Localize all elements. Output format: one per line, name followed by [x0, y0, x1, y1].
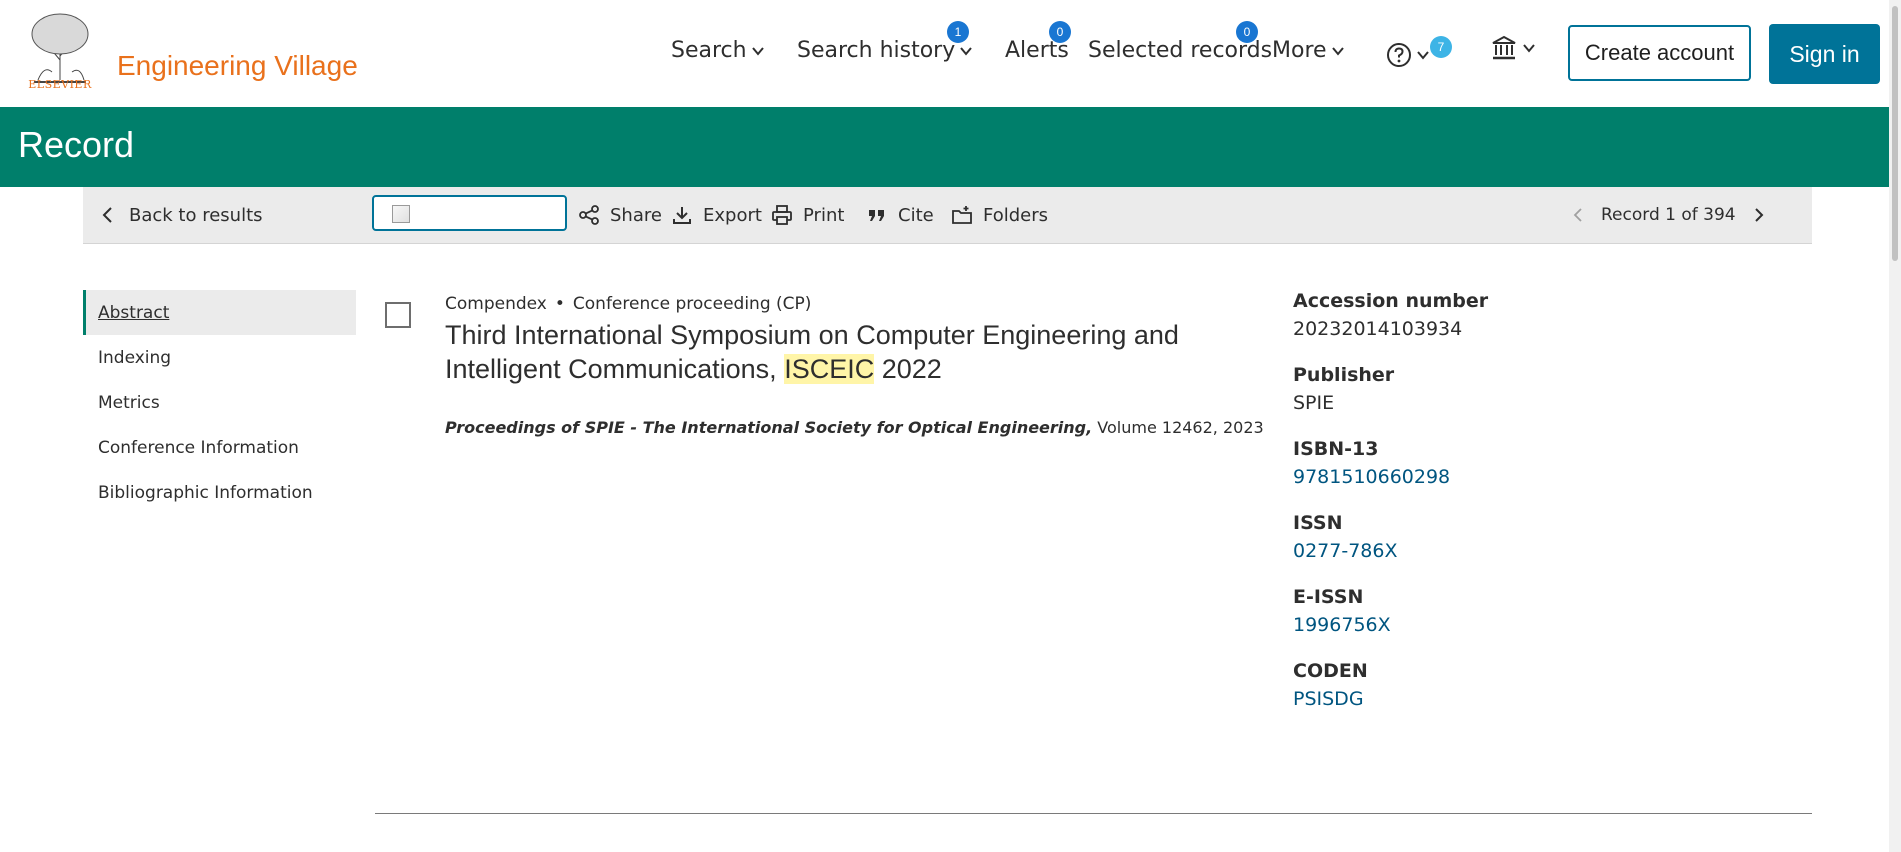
nav-search-label: Search: [671, 38, 747, 63]
nav-institution[interactable]: [1490, 34, 1536, 62]
eissn-link[interactable]: 1996756X: [1293, 614, 1673, 636]
brand-name[interactable]: Engineering Village: [117, 50, 358, 82]
chevron-down-icon: [751, 46, 764, 56]
full-text-link-image[interactable]: [372, 195, 567, 231]
record-source: Proceedings of SPIE - The International …: [445, 418, 1264, 437]
share-label: Share: [610, 204, 662, 226]
back-to-results-label: Back to results: [129, 204, 263, 226]
help-count-badge: 7: [1430, 36, 1452, 58]
section-nav-indexing[interactable]: Indexing: [83, 335, 356, 380]
coden-link[interactable]: PSISDG: [1293, 688, 1673, 710]
nav-search-history[interactable]: Search history: [797, 38, 973, 63]
database-name: Compendex: [445, 294, 547, 314]
nav-more-label: More: [1272, 38, 1327, 63]
previous-record-icon[interactable]: [1569, 206, 1587, 224]
publisher-value: SPIE: [1293, 392, 1335, 414]
scrollbar-thumb[interactable]: [1892, 6, 1898, 261]
separator-dot: •: [554, 294, 565, 314]
section-nav-conference-information[interactable]: Conference Information: [83, 425, 356, 470]
eissn-label: E-ISSN: [1293, 586, 1364, 608]
coden-label: CODEN: [1293, 660, 1368, 682]
folder-add-icon: [952, 206, 972, 224]
source-volume: Volume 12462, 2023: [1097, 418, 1264, 437]
record-toolbar: Back to results Share Export Print Cite …: [83, 187, 1812, 244]
accession-number-label: Accession number: [1293, 290, 1489, 312]
chevron-down-icon: [960, 46, 973, 56]
section-nav-abstract[interactable]: Abstract: [83, 290, 356, 335]
chevron-down-icon: [1523, 44, 1535, 53]
share-button[interactable]: Share: [578, 187, 662, 243]
isbn-link[interactable]: 9781510660298: [1293, 466, 1673, 488]
top-header: ELSEVIER Engineering Village Search Sear…: [0, 0, 1889, 107]
print-button[interactable]: Print: [771, 187, 844, 243]
cite-label: Cite: [898, 204, 934, 226]
create-account-button[interactable]: Create account: [1568, 25, 1751, 81]
export-label: Export: [703, 204, 762, 226]
page-banner: Record: [0, 107, 1889, 187]
isbn-label: ISBN-13: [1293, 438, 1379, 460]
record-details: Accession number 20232014103934 Publishe…: [1293, 290, 1673, 734]
alerts-count-badge: 0: [1049, 21, 1071, 43]
selected-records-count-badge: 0: [1236, 21, 1258, 43]
content-divider: [375, 813, 1812, 814]
help-circle-icon: [1387, 43, 1411, 67]
document-type: Conference proceeding (CP): [572, 294, 812, 314]
back-to-results-link[interactable]: Back to results: [97, 187, 263, 243]
section-nav-bibliographic-information[interactable]: Bibliographic Information: [83, 470, 356, 515]
record-meta: Compendex • Conference proceeding (CP): [445, 294, 811, 314]
publisher-label: Publisher: [1293, 364, 1395, 386]
chevron-down-icon: [1417, 51, 1429, 60]
nav-search-history-label: Search history: [797, 38, 956, 63]
source-journal: Proceedings of SPIE - The International …: [445, 418, 1093, 437]
issn-label: ISSN: [1293, 512, 1343, 534]
quote-icon: [869, 210, 884, 221]
accession-number-value: 20232014103934: [1293, 318, 1463, 340]
sign-in-button[interactable]: Sign in: [1769, 24, 1880, 84]
folders-button[interactable]: Folders: [951, 187, 1048, 243]
cite-button[interactable]: Cite: [866, 187, 934, 243]
record-position: Record 1 of 394: [1601, 205, 1736, 225]
page-scrollbar[interactable]: [1889, 0, 1901, 852]
select-record-checkbox[interactable]: [385, 302, 411, 328]
record-pagination: Record 1 of 394: [1569, 187, 1768, 243]
next-record-icon[interactable]: [1750, 206, 1768, 224]
search-history-count-badge: 1: [947, 21, 969, 43]
broken-image-icon: [392, 205, 410, 223]
nav-more[interactable]: More: [1272, 38, 1345, 63]
section-nav-metrics[interactable]: Metrics: [83, 380, 356, 425]
download-icon: [673, 207, 691, 224]
institution-building-icon: [1492, 35, 1516, 60]
page-title: Record: [18, 124, 135, 165]
print-label: Print: [803, 204, 845, 226]
record-title: Third International Symposium on Compute…: [445, 318, 1205, 386]
record-title-year: 2022: [881, 354, 942, 384]
nav-help[interactable]: [1386, 42, 1430, 68]
record-title-highlight: ISCEIC: [784, 354, 875, 384]
nav-search[interactable]: Search: [671, 38, 765, 63]
export-button[interactable]: Export: [671, 187, 762, 243]
chevron-down-icon: [1331, 46, 1344, 56]
folders-label: Folders: [983, 204, 1049, 226]
chevron-left-icon: [102, 207, 112, 223]
record-section-nav: Abstract Indexing Metrics Conference Inf…: [83, 290, 356, 515]
issn-link[interactable]: 0277-786X: [1293, 540, 1673, 562]
share-icon: [579, 205, 599, 225]
elsevier-wordmark: ELSEVIER: [28, 78, 92, 91]
printer-icon: [772, 205, 792, 225]
